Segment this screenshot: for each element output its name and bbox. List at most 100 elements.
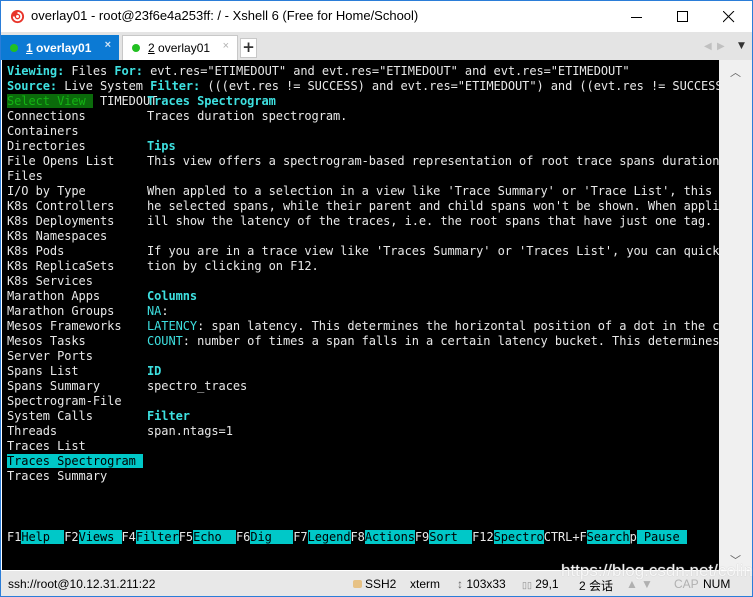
xshell-window: overlay01 - root@23f6e4a253ff: / - Xshel…	[0, 0, 753, 597]
resize-icon: ↕	[457, 577, 463, 591]
tab-close-icon[interactable]: ×	[105, 39, 111, 51]
column-name: LATENCY	[147, 319, 198, 333]
tips-line: When appled to a selection in a view lik…	[147, 184, 719, 198]
terminal-scrollbar[interactable]: ︿ ﹀	[719, 60, 752, 570]
tab-session-2[interactable]: 2 overlay01 ×	[122, 35, 238, 60]
view-list-item[interactable]: Mesos Tasks	[7, 334, 86, 349]
view-list-item[interactable]: K8s Namespaces	[7, 229, 107, 244]
xshell-logo-icon	[10, 9, 25, 24]
column-entry: COUNT: number of times a span falls in a…	[147, 334, 719, 349]
view-list-item[interactable]: Traces Summary	[7, 469, 107, 484]
fkey-key: F6	[236, 530, 251, 544]
fkey-legend-button[interactable]: F7Legend	[293, 530, 351, 544]
view-list-item[interactable]: I/O by Type	[7, 184, 86, 199]
fkey-key: F4	[121, 530, 136, 544]
view-list-item[interactable]: Containers	[7, 124, 79, 139]
fkey-key: F1	[7, 530, 22, 544]
fkey-filter-button[interactable]: F4Filter	[122, 530, 179, 544]
minimize-button[interactable]	[614, 1, 660, 32]
select-view-title: Select View	[7, 94, 93, 108]
view-list-item[interactable]: Files	[7, 169, 43, 184]
view-list-item[interactable]: Mesos Frameworks	[7, 319, 122, 334]
view-list-item[interactable]: Marathon Groups	[7, 304, 114, 319]
view-list-item[interactable]: Marathon Apps	[7, 289, 100, 304]
select-view-line: Select View TIMEDOUT	[7, 94, 158, 108]
column-name: COUNT	[147, 334, 183, 348]
fkey-key: F5	[178, 530, 194, 544]
maximize-button[interactable]	[660, 1, 706, 32]
column-description: :	[161, 304, 169, 318]
view-list-item[interactable]: Threads	[7, 424, 57, 439]
view-list-item[interactable]: Spans Summary	[7, 379, 100, 394]
fkey-help-button[interactable]: F1Help	[7, 530, 65, 544]
tab-scroll-left-icon[interactable]: ◀	[704, 41, 712, 52]
fkey-label: Views	[78, 530, 122, 544]
column-description: : span latency. This determines the hori…	[197, 319, 719, 333]
fkey-label: Search	[586, 530, 630, 544]
scrollbar-thumb[interactable]	[726, 78, 745, 548]
function-key-bar: F1Help F2Views F4FilterF5Echo F6Dig F7Le…	[7, 530, 687, 545]
cursor-position-icon: ▯▯	[522, 580, 532, 590]
view-list-item[interactable]: K8s Controllers	[7, 199, 114, 214]
fkey-label: Spectro	[493, 530, 544, 544]
tips-line: he selected spans, while their parent an…	[147, 199, 719, 213]
terminal-area[interactable]: Viewing: Files For: evt.res="ETIMEDOUT" …	[2, 60, 719, 570]
fkey-pause-button[interactable]: p Pause	[630, 530, 687, 544]
fkey-key: p	[629, 530, 637, 544]
tab-session-1[interactable]: 1 overlay01 ×	[1, 35, 119, 60]
view-list-item[interactable]: Spans List	[7, 364, 79, 379]
fkey-key: F9	[414, 530, 430, 544]
view-list-item[interactable]: K8s ReplicaSets	[7, 259, 114, 274]
tips-line: tion by clicking on F12.	[147, 259, 319, 273]
status-bar: ssh://root@10.12.31.211:22 SSH2 xterm ↕ …	[1, 561, 753, 596]
protocol: SSH2	[365, 577, 397, 591]
fkey-dig-button[interactable]: F6Dig	[236, 530, 294, 544]
fkey-label: Filter	[135, 530, 179, 544]
terminal-size: 103x33	[466, 577, 506, 591]
connection-address: ssh://root@10.12.31.211:22	[8, 577, 156, 591]
view-detail-title: Traces Spectrogram	[147, 94, 276, 108]
view-list-item[interactable]: K8s Deployments	[7, 214, 114, 229]
fkey-label: Dig	[250, 530, 294, 544]
fkey-search-button[interactable]: CTRL+FSearch	[544, 530, 630, 544]
connected-status-icon	[10, 43, 18, 52]
fkey-views-button[interactable]: F2Views	[64, 530, 122, 544]
tab-scroll-right-icon[interactable]: ▶	[717, 41, 725, 52]
watermark: https://blog.csdn.net/colin52	[561, 561, 753, 580]
view-list-item[interactable]: K8s Pods	[7, 244, 64, 259]
session-tab-bar: 1 overlay01 × 2 overlay01 ×	[1, 32, 752, 60]
view-list-item[interactable]: K8s Services	[7, 274, 93, 289]
tips-line: This view offers a spectrogram-based rep…	[147, 154, 719, 168]
tab-close-icon[interactable]: ×	[223, 40, 229, 52]
tab-list-dropdown-icon[interactable]: ▼	[738, 41, 745, 51]
view-list-item[interactable]: Connections	[7, 109, 86, 124]
source-filter-line: Source: Live System Filter: (((evt.res !…	[7, 79, 719, 93]
fkey-sort-button[interactable]: F9Sort	[414, 530, 473, 544]
view-list-item[interactable]: Traces List	[7, 439, 86, 454]
terminal-type: xterm	[410, 577, 440, 591]
view-list-item[interactable]: File Opens List	[7, 154, 114, 169]
add-tab-button[interactable]: +	[240, 38, 257, 58]
fkey-spectro-button[interactable]: F12Spectro	[472, 530, 544, 544]
connected-status-icon	[132, 44, 140, 52]
fkey-label: Actions	[364, 530, 415, 544]
cursor-position: 29,1	[535, 577, 559, 591]
columns-heading: Columns	[147, 289, 198, 303]
column-entry: LATENCY: span latency. This determines t…	[147, 319, 719, 334]
view-list-item-selected[interactable]: Traces Spectrogram	[7, 454, 143, 469]
column-name: NA	[147, 304, 162, 318]
view-list-item[interactable]: Server Ports	[7, 349, 93, 364]
fkey-key: CTRL+F	[543, 530, 587, 544]
view-list-item[interactable]: Directories	[7, 139, 86, 154]
view-list-item[interactable]: System Calls	[7, 409, 93, 424]
close-icon	[723, 10, 735, 22]
close-button[interactable]	[706, 1, 752, 32]
fkey-actions-button[interactable]: F8Actions	[351, 530, 415, 544]
id-heading: ID	[147, 364, 162, 378]
fkey-label: Legend	[307, 530, 351, 544]
fkey-echo-button[interactable]: F5Echo	[179, 530, 236, 544]
fkey-key: F8	[350, 530, 365, 544]
view-list-item[interactable]: Spectrogram-File	[7, 394, 122, 409]
filter-value: span.ntags=1	[147, 424, 233, 438]
tips-heading: Tips	[147, 139, 176, 153]
